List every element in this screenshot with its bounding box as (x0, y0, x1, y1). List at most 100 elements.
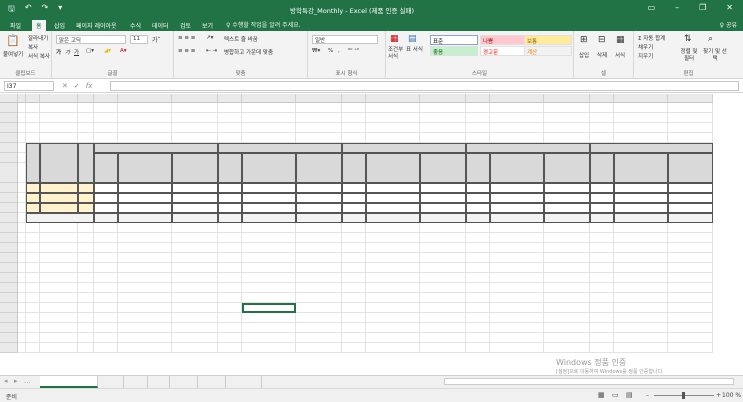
delete-cells-icon[interactable]: ⊟ (598, 35, 606, 45)
orientation-icon[interactable]: ↗▾ (206, 35, 213, 41)
format-painter-button[interactable]: 서식 복사 (28, 52, 50, 60)
sheet-tab-4[interactable] (170, 376, 198, 388)
format-cells-icon[interactable]: ▦ (616, 35, 625, 45)
data-cell[interactable] (490, 183, 544, 193)
total-cell[interactable] (296, 213, 342, 223)
data-cell[interactable] (218, 193, 242, 203)
sort-filter-button[interactable]: 정렬 및 필터 (678, 49, 700, 63)
row-header-1[interactable] (0, 103, 18, 113)
row-no[interactable] (26, 203, 40, 213)
data-cell[interactable] (172, 193, 218, 203)
row-header-32[interactable] (0, 253, 18, 263)
row-no[interactable] (26, 193, 40, 203)
sort-filter-icon[interactable]: ⇅ (684, 34, 692, 44)
data-cell[interactable] (466, 203, 490, 213)
data-cell[interactable] (590, 193, 614, 203)
subheader-cell[interactable] (590, 153, 614, 183)
row-header-7[interactable] (0, 163, 18, 183)
data-cell[interactable] (118, 193, 172, 203)
column-header-F[interactable] (118, 94, 172, 103)
tab-review[interactable]: 검토 (176, 20, 195, 31)
insert-function-button[interactable]: fx (86, 82, 93, 90)
subheader-cell[interactable] (490, 153, 544, 183)
close-icon[interactable]: ✕ (726, 3, 733, 12)
row-header-34[interactable] (0, 273, 18, 283)
row-header-5[interactable] (0, 143, 18, 153)
selected-cell-I37[interactable] (242, 303, 296, 313)
total-cell[interactable] (614, 213, 668, 223)
data-cell[interactable] (118, 183, 172, 193)
data-cell[interactable] (342, 203, 366, 213)
zoom-in-icon[interactable]: + (716, 392, 721, 399)
total-cell[interactable] (420, 213, 466, 223)
cancel-icon[interactable]: ✕ (62, 82, 68, 90)
share-button[interactable]: ♀ 공유 (720, 20, 737, 29)
subheader-cell[interactable] (94, 153, 118, 183)
row-header-6[interactable] (0, 153, 18, 163)
delete-cells-button[interactable]: 삭제 (597, 51, 607, 59)
row-header-31[interactable] (0, 243, 18, 253)
data-cell[interactable] (614, 183, 668, 193)
tab-file[interactable]: 파일 (6, 20, 25, 31)
formula-input[interactable] (110, 81, 739, 91)
student-id-header[interactable] (218, 143, 342, 153)
row-day[interactable] (78, 183, 94, 193)
zoom-level[interactable]: 100 % (722, 392, 741, 399)
row-header-8[interactable] (0, 183, 18, 193)
data-cell[interactable] (590, 183, 614, 193)
font-color-icon[interactable]: A▾ (120, 48, 127, 54)
insert-cells-icon[interactable]: ⊞ (580, 35, 588, 45)
autosum-button[interactable]: Σ 자동 합계 (638, 34, 665, 42)
total-label[interactable] (26, 213, 94, 223)
minimize-icon[interactable]: – (675, 3, 679, 12)
column-header-J[interactable] (296, 94, 342, 103)
data-cell[interactable] (668, 183, 713, 193)
total-cell[interactable] (490, 213, 544, 223)
total-cell[interactable] (466, 213, 490, 223)
total-cell[interactable] (94, 213, 118, 223)
row-header-37[interactable] (0, 303, 18, 313)
enter-icon[interactable]: ✓ (74, 82, 80, 90)
row-header-4[interactable] (0, 133, 18, 143)
total-cell[interactable] (172, 213, 218, 223)
font-name-select[interactable]: 맑은 고딕 (56, 35, 126, 44)
column-header-H[interactable] (218, 94, 242, 103)
normal-view-icon[interactable]: ▦ (598, 391, 605, 399)
cut-button[interactable]: 잘라내기 (28, 34, 48, 42)
row-header-3[interactable] (0, 123, 18, 133)
data-cell[interactable] (668, 193, 713, 203)
row-header-30[interactable] (0, 233, 18, 243)
row-no[interactable] (26, 183, 40, 193)
sheet-tab-2[interactable] (126, 376, 148, 388)
sheet-tab-0[interactable] (40, 376, 98, 388)
cell-style-4[interactable]: 경고문 (480, 46, 528, 56)
tell-me-search[interactable]: ♀ 수행할 작업을 알려 주세요. (226, 20, 301, 29)
cell-style-1[interactable]: 나쁨 (480, 35, 528, 45)
data-cell[interactable] (342, 193, 366, 203)
student-id-header[interactable] (466, 143, 590, 153)
font-size-select[interactable]: 11 (130, 35, 148, 44)
row-date[interactable] (40, 203, 78, 213)
row-header-38[interactable] (0, 313, 18, 323)
fill-color-icon[interactable]: ◢▾ (104, 48, 111, 54)
column-header-B[interactable] (26, 94, 40, 103)
column-header-P[interactable] (544, 94, 590, 103)
data-cell[interactable] (614, 203, 668, 213)
row-header-10[interactable] (0, 203, 18, 213)
data-cell[interactable] (420, 193, 466, 203)
horizontal-scrollbar[interactable] (444, 378, 734, 385)
column-header-Q[interactable] (590, 94, 614, 103)
total-cell[interactable] (118, 213, 172, 223)
select-all-corner[interactable] (0, 94, 18, 103)
data-cell[interactable] (466, 183, 490, 193)
subheader-cell[interactable] (218, 153, 242, 183)
column-header-D[interactable] (78, 94, 94, 103)
row-date[interactable] (40, 193, 78, 203)
data-cell[interactable] (420, 203, 466, 213)
worksheet-grid[interactable] (0, 94, 743, 375)
data-cell[interactable] (668, 203, 713, 213)
bold-button[interactable]: 가 (56, 48, 61, 56)
sheet-tab-6[interactable] (228, 376, 262, 388)
column-header-E[interactable] (94, 94, 118, 103)
page-layout-icon[interactable]: ▭ (612, 391, 619, 399)
